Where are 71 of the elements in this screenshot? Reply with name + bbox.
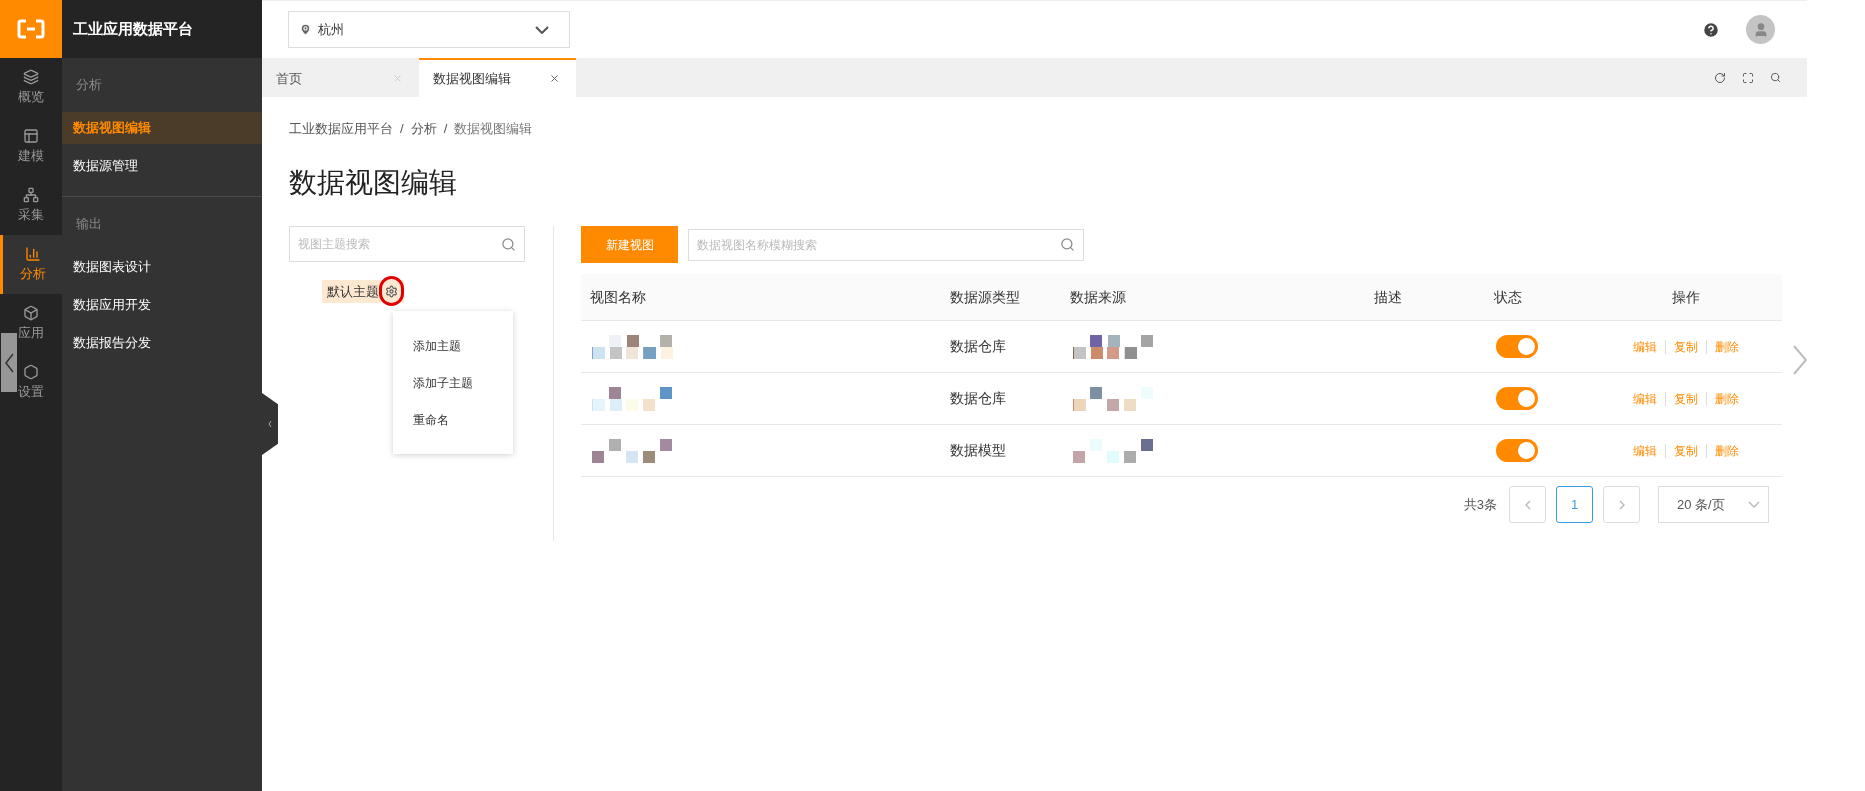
carousel-next-icon [1793, 345, 1807, 375]
page-size-select[interactable]: 20 条/页 [1658, 486, 1769, 523]
nav-item[interactable]: 数据图表设计 [62, 251, 262, 283]
chevron-down-icon [1748, 501, 1760, 508]
hexagon-icon [23, 363, 39, 380]
breadcrumb-item[interactable]: 分析 [410, 119, 437, 139]
search-icon[interactable] [1060, 237, 1075, 252]
chevron-left-icon [1524, 499, 1531, 510]
chevron-left-icon [4, 352, 14, 373]
column-header: 视图名称 [590, 287, 646, 307]
rail-item[interactable]: 设置 [0, 353, 62, 412]
rail-item[interactable]: 应用 [0, 294, 62, 353]
fullscreen-icon[interactable] [1742, 71, 1754, 84]
page-button[interactable]: 1 [1556, 486, 1593, 523]
nav-item[interactable]: 数据应用开发 [62, 289, 262, 321]
page-title: 数据视图编辑 [289, 166, 457, 200]
help-icon[interactable] [1702, 20, 1720, 39]
refresh-icon[interactable] [1714, 71, 1726, 84]
rail-item[interactable]: 分析 [0, 235, 62, 294]
layers-icon [23, 68, 39, 85]
app-title: 工业应用数据平台 [73, 18, 193, 39]
view-search-input[interactable]: 数据视图名称模糊搜索 [697, 235, 1060, 254]
table-cell-text: 数据仓库 [950, 337, 1006, 356]
menu-item[interactable]: 添加子主题 [393, 364, 513, 401]
breadcrumb-separator: / [400, 120, 404, 139]
location-select[interactable]: 杭州 [288, 11, 570, 48]
view-search-field[interactable]: 数据视图名称模糊搜索 [688, 228, 1084, 261]
cube-icon [23, 304, 39, 321]
column-header: 描述 [1374, 287, 1402, 307]
menu-item[interactable]: 重命名 [393, 401, 513, 438]
status-toggle[interactable] [1496, 439, 1538, 462]
status-toggle[interactable] [1496, 335, 1538, 358]
nav-heading: 分析 [76, 76, 102, 95]
tab[interactable]: 首页 [262, 58, 419, 97]
nav-heading: 输出 [76, 215, 102, 234]
table-cell-text: 数据模型 [950, 441, 1006, 460]
bar-chart-icon [24, 245, 41, 262]
search-icon[interactable] [1770, 72, 1781, 83]
chevron-left-icon [268, 420, 272, 428]
pin-icon [299, 23, 312, 36]
carousel-prev-button[interactable] [1, 333, 17, 392]
layout-icon [23, 127, 39, 144]
theme-search-field[interactable]: 视图主题搜索 [289, 226, 525, 262]
avatar[interactable] [1746, 15, 1775, 44]
breadcrumb-separator: / [443, 120, 448, 139]
column-header: 状态 [1494, 287, 1522, 307]
nav-item[interactable]: 数据源管理 [62, 150, 262, 182]
total-count: 共3条 [1463, 495, 1497, 514]
settings-icon[interactable] [385, 285, 398, 298]
breadcrumb-item[interactable]: 工业数据应用平台 [289, 119, 393, 139]
column-header: 数据源类型 [950, 287, 1020, 307]
rail-item[interactable]: 采集 [0, 176, 62, 235]
table-cell-text: 数据仓库 [950, 389, 1006, 408]
rail-item[interactable]: 概览 [0, 58, 62, 117]
breadcrumb-item: 数据视图编辑 [454, 120, 533, 139]
column-header: 数据来源 [1070, 287, 1126, 307]
theme-search-input[interactable]: 视图主题搜索 [298, 235, 501, 253]
search-icon[interactable] [501, 236, 516, 252]
network-icon [23, 186, 39, 203]
chevron-down-icon [535, 25, 549, 34]
status-toggle[interactable] [1496, 387, 1538, 410]
menu-item[interactable]: 添加主题 [393, 327, 513, 364]
tab[interactable]: 数据视图编辑 [419, 58, 576, 97]
chevron-right-icon [1618, 499, 1625, 510]
highlight-ring [379, 276, 404, 306]
logo-icon [0, 0, 62, 58]
rail-item[interactable]: 建模 [0, 117, 62, 176]
nav-item[interactable]: 数据视图编辑 [62, 112, 262, 144]
close-icon[interactable] [549, 73, 560, 84]
column-header: 操作 [1672, 287, 1700, 307]
nav-item[interactable]: 数据报告分发 [62, 327, 262, 359]
